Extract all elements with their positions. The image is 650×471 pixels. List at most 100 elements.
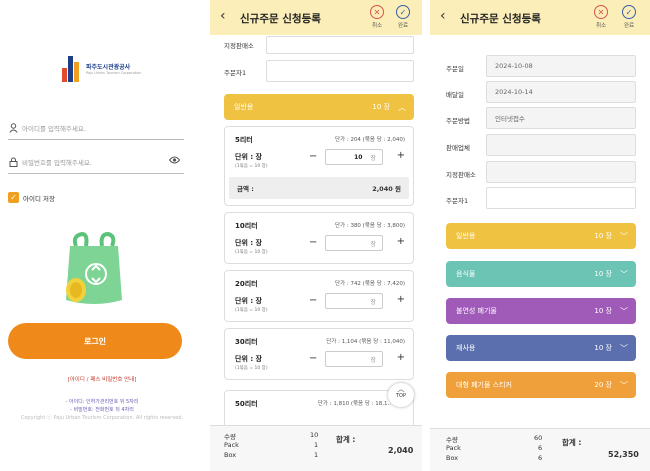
save-id-checkbox[interactable]: ✓ 아이디 저장	[8, 192, 55, 203]
item-unit-sub: (1묶음 = 10 장)	[235, 164, 268, 169]
item-name: 10리터	[235, 222, 258, 230]
id-input[interactable]: 아이디를 입력해주세요.	[8, 116, 184, 140]
category-reuse[interactable]: 재사용 10 장 ﹀	[446, 335, 636, 361]
page-title: 신규주문 신청등록	[460, 13, 541, 25]
lock-icon	[8, 157, 18, 167]
item-price: 단가 : 204 (묶음 당 : 2,040)	[334, 137, 405, 143]
pack-label: Pack	[224, 441, 239, 449]
id-info-text: - 아이디: 인허가관리번호 뒤 5자리	[65, 399, 139, 405]
logo-subtitle: Paju Urban Tourism Corporation	[86, 71, 142, 75]
user-icon	[8, 122, 18, 133]
logo-icon	[62, 54, 84, 82]
quantity-input[interactable]: 장	[325, 235, 383, 251]
close-icon: ✕	[594, 5, 608, 19]
item-unit-sub: (1묶음 = 10 장)	[235, 366, 268, 371]
amount-label: 금액 :	[237, 185, 254, 193]
plus-button[interactable]: +	[397, 352, 405, 363]
orderer-field[interactable]	[486, 187, 636, 209]
qty-label: 수량	[446, 436, 458, 444]
item-unit-sub: (1묶음 = 10 장)	[235, 250, 268, 255]
minus-button[interactable]: −	[309, 353, 317, 364]
delivery-date-label: 배달일	[446, 91, 464, 99]
done-label: 완료	[397, 23, 409, 29]
chevron-down-icon: ﹀	[620, 231, 628, 241]
quantity-unit: 장	[370, 356, 376, 364]
login-panel: 파주도시관광공사 Paju Urban Tourism Corporation …	[0, 0, 204, 471]
summary-header: ‹ 신규주문 신청등록 ✕ 취소 ✓ 완료	[430, 0, 650, 35]
password-input[interactable]: 비밀번호를 입력해주세요.	[8, 150, 184, 174]
chevron-down-icon: ﹀	[620, 343, 628, 353]
item-name: 30리터	[235, 338, 258, 346]
store-field[interactable]	[266, 36, 414, 54]
quantity-input[interactable]: 10 장	[325, 149, 383, 165]
seller-field	[486, 134, 636, 156]
minus-button[interactable]: −	[309, 295, 317, 306]
box-label: Box	[446, 454, 459, 462]
store-label: 지정판매소	[446, 171, 476, 179]
box-value: 1	[314, 451, 319, 459]
category-noncombustible[interactable]: 불연성 폐기물 10 장 ﹀	[446, 298, 636, 324]
check-icon: ✓	[8, 192, 19, 203]
delivery-date-field: 2024-10-14	[486, 81, 636, 103]
minus-button[interactable]: −	[309, 237, 317, 248]
plus-button[interactable]: +	[397, 236, 405, 247]
back-icon[interactable]: ‹	[220, 8, 226, 24]
plus-button[interactable]: +	[397, 294, 405, 305]
category-general[interactable]: 일반용 10 장 ﹀	[446, 223, 636, 249]
done-button[interactable]: ✓ 완료	[618, 5, 640, 29]
cancel-button[interactable]: ✕ 취소	[590, 5, 612, 29]
qty-value: 10	[310, 431, 319, 439]
item-card-50l: 50리터 단가 : 1,810 (묶음 당 : 18,1..	[224, 390, 414, 430]
done-button[interactable]: ✓ 완료	[392, 5, 414, 29]
order-footer: 수량 10 Pack 1 Box 1 합계 : 2,040	[210, 425, 422, 471]
top-label: TOP	[395, 393, 406, 399]
password-placeholder: 비밀번호를 입력해주세요.	[22, 158, 92, 167]
cancel-label: 취소	[371, 23, 383, 29]
store-label: 지정판매소	[224, 42, 254, 50]
category-qty: 10 장	[594, 270, 612, 278]
back-icon[interactable]: ‹	[440, 8, 446, 24]
orderer-field[interactable]	[266, 60, 414, 82]
chevron-up-icon: ︿	[397, 385, 405, 393]
quantity-unit: 장	[370, 240, 376, 248]
cancel-button[interactable]: ✕ 취소	[366, 5, 388, 29]
store-field	[486, 161, 636, 183]
password-info-text: - 비밀번호: 전화번호 뒤 4자리	[70, 407, 134, 413]
method-label: 주문방법	[446, 117, 470, 125]
check-icon: ✓	[622, 5, 636, 19]
category-general[interactable]: 일반용 10 장 ︿	[224, 94, 414, 120]
pack-value: 6	[538, 444, 543, 452]
item-price: 단가 : 380 (묶음 당 : 3,800)	[334, 223, 405, 229]
category-food[interactable]: 음식물 10 장 ﹀	[446, 261, 636, 287]
amount-value: 2,040 원	[372, 185, 401, 193]
eye-icon[interactable]	[168, 156, 181, 167]
category-name: 재사용	[456, 344, 476, 352]
plus-button[interactable]: +	[397, 150, 405, 161]
item-card-5l: 5리터 단가 : 204 (묶음 당 : 2,040) 단위 : 장 (1묶음 …	[224, 126, 414, 206]
box-value: 6	[538, 454, 543, 462]
minus-button[interactable]: −	[309, 151, 317, 162]
item-unit: 단위 : 장	[235, 297, 262, 305]
pack-value: 1	[314, 441, 319, 449]
quantity-input[interactable]: 장	[325, 351, 383, 367]
cancel-label: 취소	[595, 23, 607, 29]
category-qty: 10 장	[594, 307, 612, 315]
scroll-top-button[interactable]: ︿ TOP	[388, 383, 414, 407]
box-label: Box	[224, 451, 237, 459]
qty-label: 수량	[224, 433, 236, 441]
category-large-sticker[interactable]: 대형 폐기물 스티커 20 장 ﹀	[446, 372, 636, 398]
id-placeholder: 아이디를 입력해주세요.	[22, 124, 86, 133]
chevron-down-icon: ﹀	[620, 380, 628, 390]
category-qty: 10 장	[594, 232, 612, 240]
item-price: 단가 : 742 (묶음 당 : 7,420)	[334, 281, 405, 287]
total-label: 합계 :	[336, 435, 356, 444]
quantity-input[interactable]: 장	[325, 293, 383, 309]
item-unit-sub: (1묶음 = 10 장)	[235, 308, 268, 313]
summary-footer: 수량 60 Pack 6 Box 6 합계 : 52,350	[430, 428, 650, 471]
item-name: 20리터	[235, 280, 258, 288]
copyright-text: Copyright ⓒ Paju Urban Tourism Corporati…	[20, 415, 184, 421]
item-price: 단가 : 1,104 (묶음 당 : 11,040)	[326, 339, 405, 345]
login-button[interactable]: 로그인	[8, 323, 182, 359]
category-name: 대형 폐기물 스티커	[456, 381, 512, 389]
find-account-link[interactable]: [아이디 / 패스 비밀번호 안내]	[0, 375, 204, 383]
